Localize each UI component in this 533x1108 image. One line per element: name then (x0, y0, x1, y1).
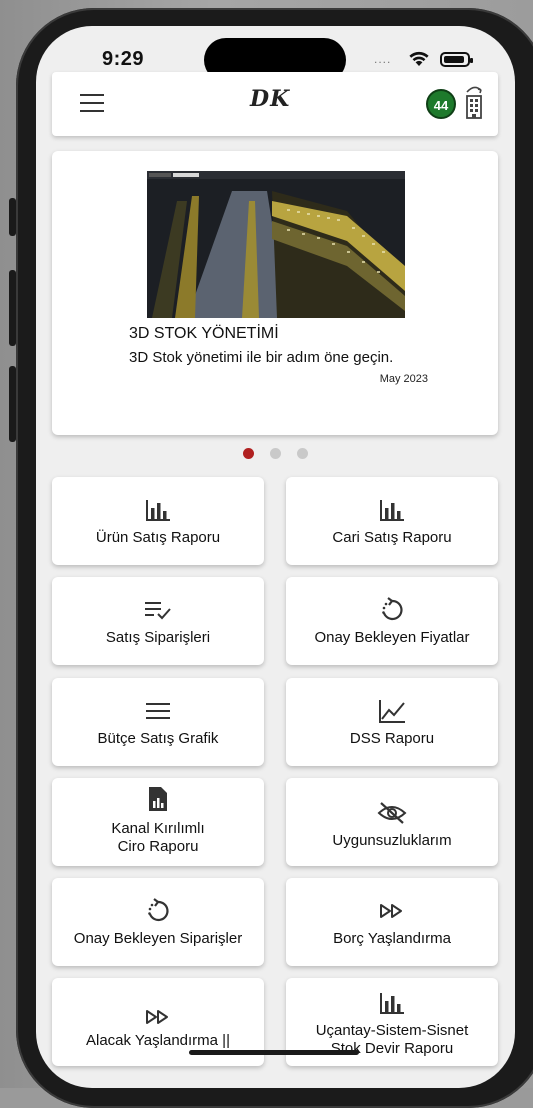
tile-label: Bütçe Satış Grafik (97, 730, 219, 747)
news-carousel[interactable]: 3D STOK YÖNETİMİ 3D Stok yönetimi ile bi… (52, 151, 498, 435)
tile-label: Cari Satış Raporu (332, 529, 452, 546)
slide-title: 3D STOK YÖNETİMİ (129, 325, 279, 342)
tile-onay-bekleyen-fiyatlar[interactable]: Onay Bekleyen Fiyatlar (286, 577, 498, 665)
app-bar: DK 44 (52, 72, 498, 136)
tile-label-line2: Ciro Raporu (117, 838, 199, 855)
slide-date: May 2023 (379, 373, 428, 385)
phone-screen: 9:29 .... DK 44 3D STOK YÖNETİMİ 3D Stok… (36, 26, 515, 1088)
pager-dot-1[interactable] (242, 448, 254, 459)
menu-lines-icon (146, 703, 170, 719)
tile-kanal-kirilimli-ciro-raporu[interactable]: Kanal Kırılımlı Ciro Raporu (52, 778, 264, 866)
eye-off-icon (377, 802, 407, 824)
tile-label: Borç Yaşlandırma (333, 930, 451, 947)
pager-dot-3[interactable] (297, 448, 309, 459)
fast-forward-icon (380, 904, 402, 918)
tile-label: Satış Siparişleri (105, 629, 211, 646)
volume-down-button (9, 366, 16, 442)
bar-chart-icon (146, 500, 170, 521)
tile-label-line2: Stok Devir Raporu (330, 1040, 454, 1057)
tile-label: Ürün Satış Raporu (95, 529, 221, 546)
fast-forward-icon (146, 1010, 168, 1024)
tile-dss-raporu[interactable]: DSS Raporu (286, 678, 498, 766)
notification-badge[interactable]: 44 (426, 89, 456, 119)
pending-refresh-icon (382, 597, 403, 621)
tile-borc-yaslandirma[interactable]: Borç Yaşlandırma (286, 878, 498, 966)
home-indicator[interactable] (189, 1050, 359, 1055)
tile-onay-bekleyen-siparisler[interactable]: Onay Bekleyen Siparişler (52, 878, 264, 966)
tile-label: Alacak Yaşlandırma || (86, 1032, 230, 1049)
tile-butce-satis-grafik[interactable]: Bütçe Satış Grafik (52, 678, 264, 766)
hamburger-menu-icon[interactable] (80, 94, 104, 114)
list-check-icon (145, 602, 171, 620)
tile-cari-satis-raporu[interactable]: Cari Satış Raporu (286, 477, 498, 565)
app-logo: DK (250, 86, 291, 112)
carousel-pager (36, 446, 515, 459)
tile-label: DSS Raporu (349, 730, 435, 747)
report-file-icon (149, 787, 167, 811)
tile-label-line1: Kanal Kırılımlı (111, 820, 205, 837)
tile-label: Uygunsuzluklarım (332, 832, 452, 849)
volume-up-button (9, 270, 16, 346)
tile-label: Kanal Kırılımlı Ciro Raporu (56, 820, 260, 856)
status-time: 9:29 (102, 48, 145, 70)
wifi-icon (409, 51, 429, 66)
slide-text: 3D Stok yönetimi ile bir adım öne geçin. (129, 349, 394, 366)
tile-uygunsuzluklarim[interactable]: Uygunsuzluklarım (286, 778, 498, 866)
warehouse-3d-image (147, 171, 405, 318)
tile-urun-satis-raporu[interactable]: Ürün Satış Raporu (52, 477, 264, 565)
tile-label: Onay Bekleyen Fiyatlar (314, 629, 470, 646)
company-switch-icon[interactable] (461, 84, 487, 120)
tile-label: Onay Bekleyen Siparişler (73, 930, 243, 947)
bar-chart-icon (380, 500, 404, 521)
bar-chart-icon (380, 993, 404, 1014)
silent-switch (9, 198, 16, 236)
status-bar: 9:29 .... (36, 26, 515, 82)
pager-dot-2[interactable] (270, 448, 281, 459)
cellular-signal-icon: .... (374, 52, 392, 66)
tile-label-line1: Uçantay-Sistem-Sisnet (315, 1022, 469, 1039)
device-background: 9:29 .... DK 44 3D STOK YÖNETİMİ 3D Stok… (0, 0, 533, 1108)
pending-refresh-icon (148, 898, 169, 922)
line-chart-icon (379, 700, 405, 723)
battery-icon (440, 52, 473, 67)
tile-satis-siparisleri[interactable]: Satış Siparişleri (52, 577, 264, 665)
